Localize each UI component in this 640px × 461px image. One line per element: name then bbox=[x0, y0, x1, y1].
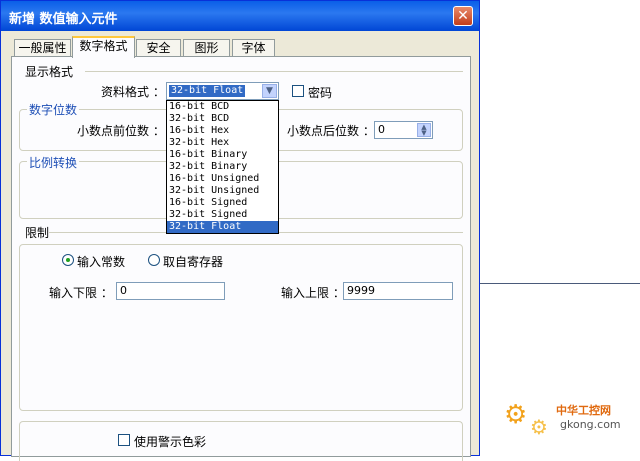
after-decimal-value: 0 bbox=[378, 123, 385, 136]
scaling-label: 比例转换 bbox=[27, 154, 80, 171]
gear-icon: ⚙ bbox=[504, 400, 528, 430]
radio-register[interactable] bbox=[148, 254, 160, 266]
after-decimal-stepper[interactable]: 0 ▲ ▼ bbox=[374, 121, 433, 139]
dropdown-option[interactable]: 32-bit Unsigned bbox=[167, 185, 278, 197]
before-decimal-label: 小数点前位数 ： bbox=[77, 124, 165, 138]
data-format-value: 32-bit Float bbox=[169, 85, 246, 97]
data-format-select[interactable]: 32-bit Float ▼ bbox=[166, 82, 279, 100]
watermark-logo: ⚙ ⚙ 中华工控网 gkong.com bbox=[500, 398, 630, 442]
watermark-cn: 中华工控网 bbox=[556, 404, 611, 417]
lower-limit-label: 输入下限 ： bbox=[49, 286, 113, 300]
dropdown-option[interactable]: 16-bit BCD bbox=[167, 101, 278, 113]
radio-constant[interactable] bbox=[62, 254, 74, 266]
after-decimal-label: 小数点后位数 ： bbox=[287, 124, 375, 138]
tab-number-format[interactable]: 数字格式 bbox=[72, 36, 135, 58]
warning-group bbox=[19, 421, 463, 461]
dropdown-option[interactable]: 16-bit Unsigned bbox=[167, 173, 278, 185]
spin-arrows-icon[interactable]: ▲ ▼ bbox=[417, 123, 431, 137]
gear-icon: ⚙ bbox=[530, 415, 548, 439]
limits-label: 限制 bbox=[25, 226, 50, 240]
password-checkbox[interactable] bbox=[292, 85, 304, 97]
radio-selected-dot bbox=[66, 258, 70, 262]
title-bar[interactable]: 新增 数值输入元件 ✕ bbox=[1, 1, 479, 31]
dropdown-option[interactable]: 16-bit Signed bbox=[167, 197, 278, 209]
tab-general[interactable]: 一般属性 bbox=[14, 39, 71, 57]
dropdown-option[interactable]: 32-bit BCD bbox=[167, 113, 278, 125]
dropdown-option-selected[interactable]: 32-bit Float bbox=[167, 221, 278, 233]
dropdown-option[interactable]: 32-bit Hex bbox=[167, 137, 278, 149]
password-label: 密码 bbox=[308, 86, 333, 100]
tab-font[interactable]: 字体 bbox=[232, 39, 275, 57]
radio-register-label: 取自寄存器 bbox=[163, 255, 224, 269]
chevron-down-icon[interactable]: ▼ bbox=[262, 84, 277, 98]
tab-graphics[interactable]: 图形 bbox=[183, 39, 230, 57]
data-format-label: 资料格式 ： bbox=[101, 85, 165, 99]
watermark-en: gkong.com bbox=[560, 418, 621, 431]
lower-limit-input[interactable]: 0 bbox=[116, 282, 225, 300]
warning-color-label: 使用警示色彩 bbox=[134, 435, 207, 449]
background-line bbox=[480, 283, 640, 284]
data-format-dropdown[interactable]: 16-bit BCD 32-bit BCD 16-bit Hex 32-bit … bbox=[166, 100, 279, 234]
dropdown-option[interactable]: 16-bit Binary bbox=[167, 149, 278, 161]
display-format-divider bbox=[85, 71, 463, 72]
warning-color-checkbox[interactable] bbox=[118, 434, 130, 446]
tab-security[interactable]: 安全 bbox=[136, 39, 181, 57]
window-title: 新增 数值输入元件 bbox=[9, 12, 118, 27]
digits-label: 数字位数 bbox=[27, 101, 80, 118]
upper-limit-label: 输入上限 ： bbox=[281, 286, 345, 300]
upper-limit-input[interactable]: 9999 bbox=[343, 282, 453, 300]
dropdown-option[interactable]: 32-bit Signed bbox=[167, 209, 278, 221]
dropdown-option[interactable]: 16-bit Hex bbox=[167, 125, 278, 137]
display-format-label: 显示格式 bbox=[25, 65, 74, 79]
close-button[interactable]: ✕ bbox=[453, 6, 473, 26]
radio-constant-label: 输入常数 bbox=[77, 255, 126, 269]
dropdown-option[interactable]: 32-bit Binary bbox=[167, 161, 278, 173]
dialog-window: 新增 数值输入元件 ✕ 一般属性 数字格式 安全 图形 字体 显示格式 资料格式… bbox=[0, 0, 480, 461]
